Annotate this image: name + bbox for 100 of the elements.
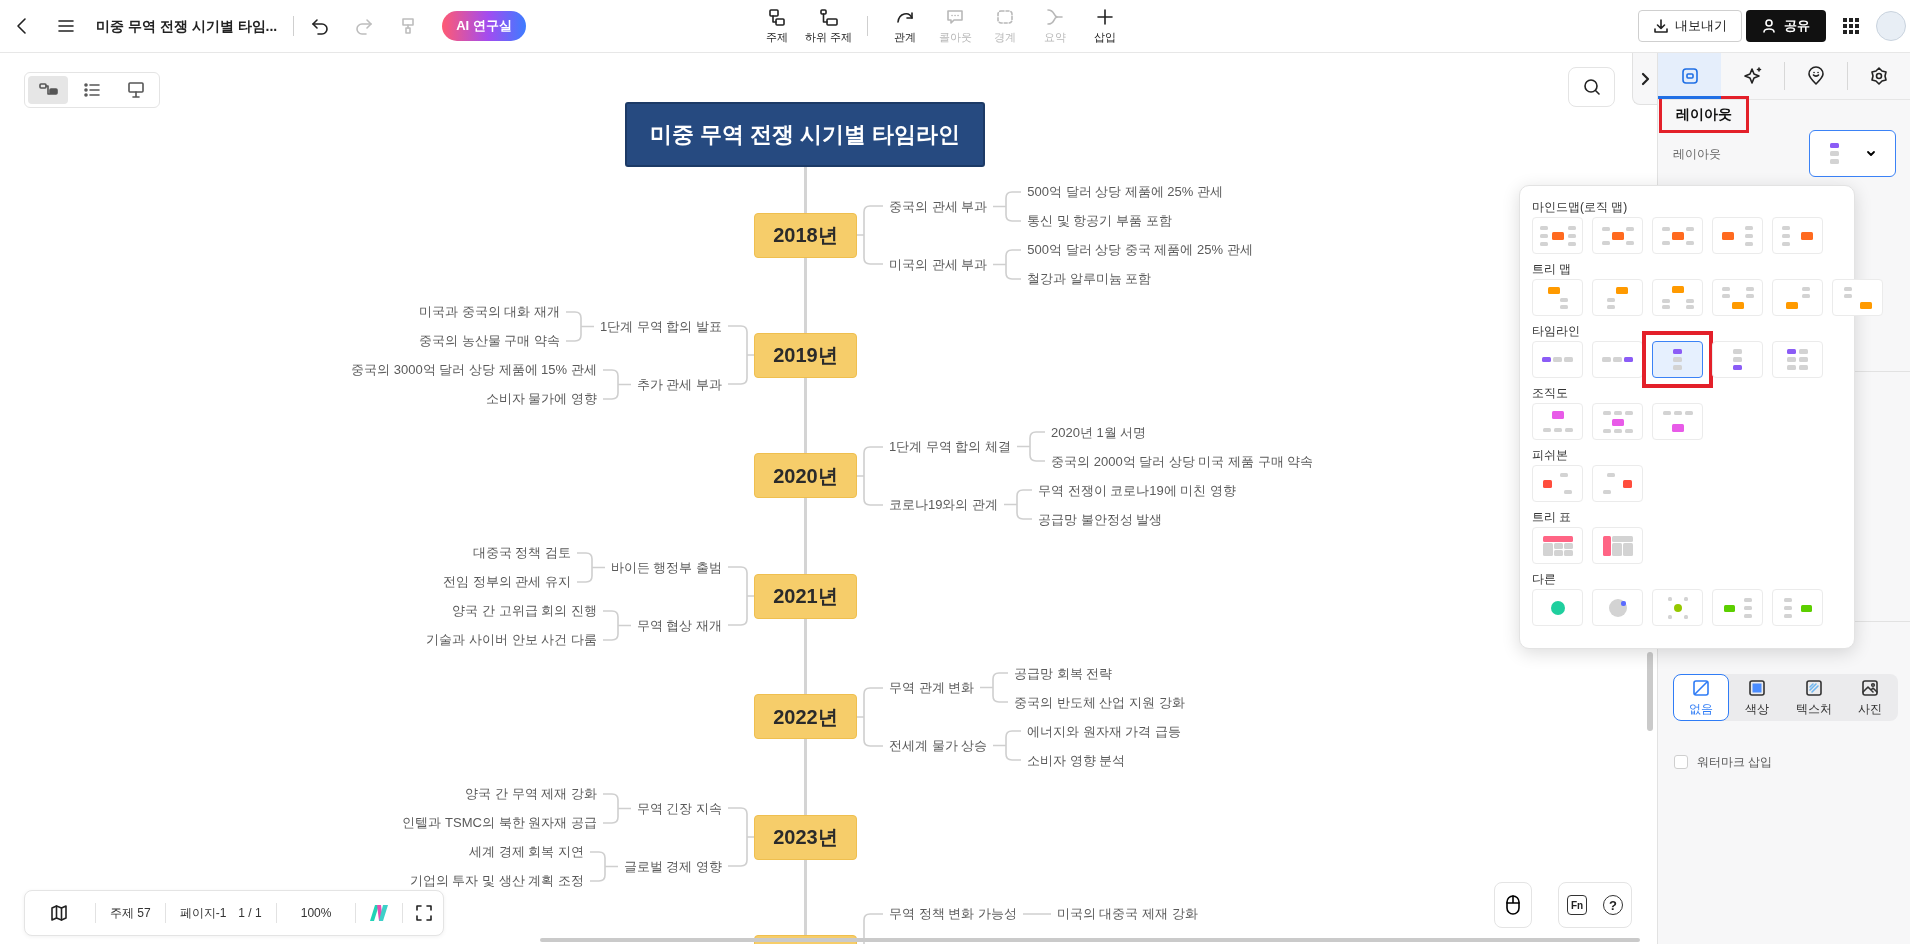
- toolbar-button[interactable]: 주제: [752, 6, 802, 46]
- layout-thumbnail-icon: [1723, 597, 1752, 618]
- layout-thumbnail-icon: [1547, 286, 1568, 309]
- year-box[interactable]: 2023년: [754, 814, 857, 860]
- no-fill-icon: [1691, 677, 1712, 698]
- toolbar-button[interactable]: 삽입: [1080, 6, 1131, 46]
- branch-label[interactable]: 바이든 행정부 출범: [604, 552, 728, 582]
- leaf-label[interactable]: 소비자 물가에 영향: [479, 384, 603, 414]
- zoom-level[interactable]: 100%: [284, 904, 348, 922]
- leaf-label[interactable]: 기술과 사이버 안보 사건 다룸: [420, 625, 603, 655]
- leaf-label[interactable]: 전임 정부의 관세 유지: [436, 567, 577, 597]
- scrollbar[interactable]: [540, 938, 1640, 942]
- branch-label[interactable]: 코로나19와의 관계: [883, 490, 1005, 520]
- leaf-label[interactable]: 양국 간 고위급 회의 진행: [446, 596, 603, 626]
- checkbox[interactable]: [1674, 755, 1688, 769]
- ai-lab-button[interactable]: AI 연구실: [442, 11, 526, 41]
- layout-thumbnail-icon: [1542, 411, 1573, 432]
- leaf-label[interactable]: 통신 및 항공기 부품 포함: [1021, 206, 1229, 235]
- year-box[interactable]: 2021년: [754, 573, 857, 619]
- group-title: 피쉬본: [1532, 447, 1569, 464]
- year-box[interactable]: 2019년: [754, 332, 857, 378]
- layout-option[interactable]: [1652, 341, 1703, 378]
- leaf-label[interactable]: 미국과 중국의 대화 재개: [413, 297, 566, 327]
- share-button[interactable]: 공유: [1746, 10, 1826, 42]
- branch-label[interactable]: 중국의 관세 부과: [883, 191, 994, 221]
- group-title: 조직도: [1532, 385, 1569, 402]
- branch-label[interactable]: 미국의 관세 부과: [883, 249, 994, 279]
- fn-button[interactable]: Fn: [1567, 895, 1587, 915]
- fill-option[interactable]: 없음: [1673, 674, 1730, 721]
- collapse-button[interactable]: [1632, 53, 1657, 105]
- chevron-down-icon: [1865, 149, 1876, 158]
- sparkle-icon: [1742, 66, 1763, 86]
- view-tab[interactable]: [28, 76, 68, 104]
- leaf-label[interactable]: 무역 전쟁이 코로나19에 미친 영향: [1032, 475, 1242, 505]
- search-button[interactable]: [1568, 67, 1615, 107]
- leaf-label[interactable]: 500억 달러 상당 중국 제품에 25% 관세: [1021, 235, 1259, 264]
- mouse-button[interactable]: [1494, 882, 1532, 928]
- branch-label[interactable]: 무역 정책 변화 가능성: [883, 899, 1023, 929]
- layout-thumbnail-icon: [1829, 143, 1839, 164]
- leaf-label[interactable]: 양국 간 무역 제재 강화: [459, 779, 603, 808]
- group-title: 트리 맵: [1532, 261, 1573, 278]
- leaf-label[interactable]: 공급망 회복 전략: [1008, 658, 1191, 688]
- group-title: 다른: [1532, 571, 1557, 588]
- group-title: 타임라인: [1532, 323, 1581, 340]
- branch-label[interactable]: 무역 관계 변화: [883, 673, 981, 703]
- search-icon: [1581, 77, 1602, 97]
- branch-label[interactable]: 1단계 무역 합의 발표: [593, 311, 728, 341]
- year-box[interactable]: 2022년: [754, 694, 857, 740]
- layout-thumbnail-icon: [1607, 286, 1628, 309]
- leaf-label[interactable]: 에너지와 원자재 가격 급등: [1021, 716, 1188, 746]
- branch-label[interactable]: 1단계 무역 합의 체결: [883, 432, 1018, 462]
- fullscreen-icon: [415, 904, 434, 922]
- layout-thumbnail-icon: [1673, 349, 1682, 370]
- leaf-label[interactable]: 공급망 불안정성 발생: [1032, 504, 1242, 534]
- layout-thumbnail-icon: [1721, 286, 1754, 309]
- leaf-label[interactable]: 인텔과 TSMC의 북한 원자재 공급: [396, 808, 603, 837]
- document-title[interactable]: 미중 무역 전쟁 시기별 타임...: [96, 15, 278, 37]
- leaf-label[interactable]: 2020년 1월 서명: [1045, 417, 1320, 447]
- leaf-label[interactable]: 500억 달러 상당 제품에 25% 관세: [1021, 177, 1229, 206]
- fill-option[interactable]: 색상: [1729, 674, 1786, 721]
- branch-label[interactable]: 전세계 물가 상승: [883, 731, 994, 761]
- leaf-label[interactable]: 중국의 반도체 산업 지원 강화: [1008, 687, 1191, 717]
- leaf-label[interactable]: 중국의 농산물 구매 약속: [413, 326, 566, 356]
- root-node[interactable]: 미중 무역 전쟁 시기별 타임라인: [625, 102, 985, 167]
- layout-thumbnail-icon: [1661, 286, 1694, 309]
- leaf-label[interactable]: 소비자 영향 분석: [1021, 745, 1188, 775]
- layout-thumbnail-icon: [1602, 410, 1633, 433]
- export-button[interactable]: 내보내기: [1638, 10, 1742, 42]
- summary-icon: [1045, 6, 1066, 27]
- layout-thumbnail-icon: [1539, 225, 1576, 246]
- leaf-label[interactable]: 중국의 2000억 달러 상당 미국 제품 구매 약속: [1045, 446, 1320, 476]
- connector-line: [993, 730, 1022, 762]
- flower-icon: [1869, 66, 1889, 86]
- leaf-label[interactable]: 미국의 대중국 제재 강화: [1050, 899, 1204, 929]
- subtopic-icon: [818, 6, 839, 27]
- scrollbar[interactable]: [1647, 652, 1653, 731]
- fill-option[interactable]: 텍스처: [1785, 674, 1842, 721]
- branch-label[interactable]: 글로벌 경제 영향: [617, 851, 728, 881]
- toolbar-button[interactable]: 하위 주제: [802, 6, 856, 46]
- layout-thumbnail-icon: [1603, 473, 1632, 494]
- leaf-label[interactable]: 대중국 정책 검토: [466, 538, 577, 568]
- layout-thumbnail-icon: [1783, 597, 1812, 618]
- year-box[interactable]: 2020년: [754, 453, 857, 499]
- layout-thumbnail-icon: [1542, 535, 1573, 556]
- year-box[interactable]: 2018년: [754, 212, 857, 258]
- branch-label[interactable]: 무역 긴장 지속: [630, 793, 728, 823]
- fill-option[interactable]: 사진: [1841, 674, 1898, 721]
- branch-label[interactable]: 추가 관세 부과: [630, 369, 728, 399]
- leaf-label[interactable]: 철강과 알루미늄 포함: [1021, 264, 1259, 293]
- leaf-label[interactable]: 중국의 3000억 달러 상당 제품에 15% 관세: [345, 355, 603, 385]
- leaf-label[interactable]: 세계 경제 회복 지연: [462, 837, 590, 866]
- branch-label[interactable]: 무역 협상 재개: [630, 610, 728, 640]
- layout-thumbnail-icon: [1661, 226, 1694, 245]
- leaf-label[interactable]: 기업의 투자 및 생산 계획 조정: [403, 866, 590, 895]
- layout-dropdown[interactable]: [1809, 130, 1896, 177]
- texture-icon: [1803, 677, 1824, 698]
- layout-thumbnail-icon: [1733, 349, 1742, 370]
- group-title: 트리 표: [1532, 509, 1573, 526]
- toolbar-button[interactable]: 관계: [880, 6, 931, 46]
- mouse-icon: [1503, 894, 1523, 916]
